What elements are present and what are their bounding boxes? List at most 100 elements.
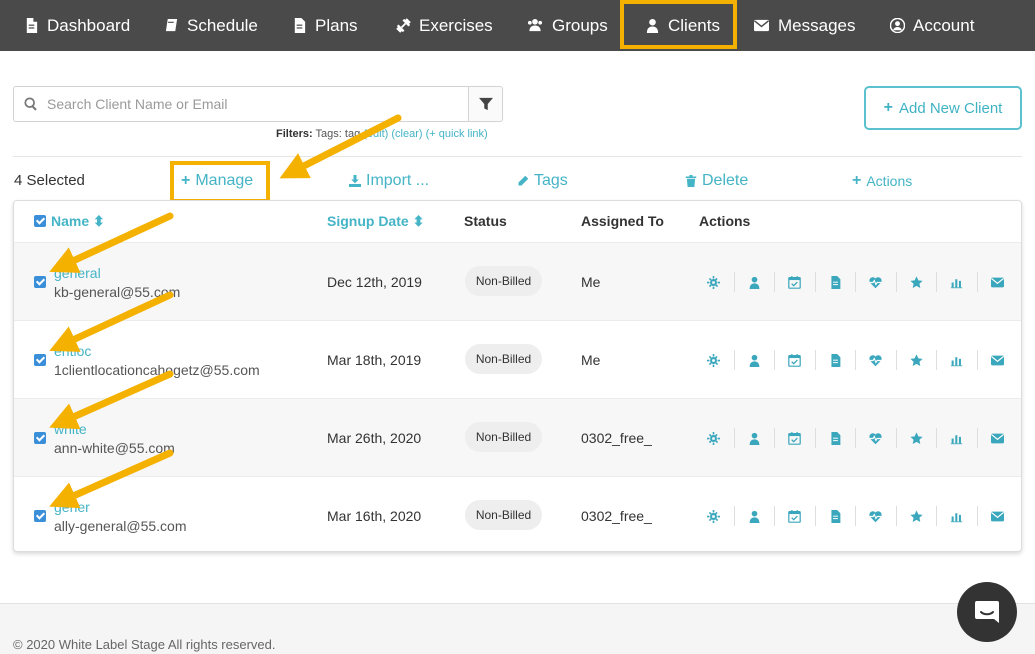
row-action-calendar-check[interactable] [775,350,816,370]
table-row: gener ally-general@55.com Mar 16th, 2020… [14,476,1021,551]
add-new-client-button[interactable]: + Add New Client [864,86,1022,130]
nav-account[interactable]: Account [890,0,974,51]
row-action-user[interactable] [735,272,775,292]
filter-button[interactable] [468,86,503,122]
star-icon [910,275,923,288]
filters-quick-link[interactable]: (+ quick link) [426,128,488,140]
page-footer: © 2020 White Label Stage All rights rese… [0,603,1035,654]
heartbeat-icon [869,354,882,366]
row-checkbox[interactable] [34,276,46,288]
status-header: Status [464,213,507,229]
row-action-heartbeat[interactable] [856,428,897,448]
row-action-envelope[interactable] [978,428,1019,448]
row-action-calendar-check[interactable] [775,272,816,292]
client-name-link[interactable]: gener [54,499,90,515]
row-actions [694,350,1018,370]
row-action-envelope[interactable] [978,506,1019,526]
sort-name-header[interactable]: Name ⬍ [51,213,105,230]
client-name-link[interactable]: white [54,421,87,437]
row-action-heartbeat[interactable] [856,350,897,370]
nav-groups[interactable]: Groups [526,0,608,51]
row-action-heartbeat[interactable] [856,506,897,526]
chat-launcher-button[interactable] [957,582,1017,642]
book-icon [165,18,178,32]
row-action-bar-chart[interactable] [937,428,978,448]
import-button[interactable]: Import ... [349,172,429,190]
user-icon [749,510,760,523]
row-checkbox[interactable] [34,432,46,444]
row-action-envelope[interactable] [978,272,1019,292]
calendar-check-icon [788,353,802,367]
nav-schedule[interactable]: Schedule [164,0,258,51]
nav-messages[interactable]: Messages [753,0,855,51]
nav-plans[interactable]: Plans [292,0,358,51]
select-all-checkbox[interactable] [34,215,46,227]
client-name-link[interactable]: general [54,265,101,281]
document-icon [831,509,841,523]
row-action-user[interactable] [735,350,775,370]
nav-exercises[interactable]: Exercises [396,0,493,51]
row-action-calendar-check[interactable] [775,506,816,526]
plus-icon: + [852,172,862,189]
row-action-gear[interactable] [694,350,735,370]
table-row: entloc 1clientlocationcahogetz@55.com Ma… [14,320,1021,398]
row-action-heartbeat[interactable] [856,272,897,292]
row-action-star[interactable] [897,428,937,448]
copyright-text: © 2020 White Label Stage All rights rese… [13,637,276,652]
selected-count: 4 Selected [14,172,85,189]
filters-clear-link[interactable]: (clear) [391,128,422,140]
document-icon [294,18,306,33]
delete-button[interactable]: Delete [685,172,748,190]
row-action-gear[interactable] [694,272,735,292]
filters-text: Tags: t [315,128,348,140]
row-checkbox[interactable] [34,510,46,522]
filters-label: Filters: [276,128,313,140]
client-name-link[interactable]: entloc [54,343,91,359]
envelope-icon [991,433,1005,443]
row-action-user[interactable] [735,506,775,526]
row-action-document[interactable] [816,428,856,448]
bar-chart-icon [951,278,963,288]
search-input[interactable] [45,95,445,113]
gear-icon [707,431,721,445]
gear-icon [707,509,721,523]
row-action-gear[interactable] [694,428,735,448]
download-icon [349,175,361,187]
gear-icon [707,275,721,289]
envelope-icon [754,19,769,32]
row-action-star[interactable] [897,350,937,370]
funnel-icon [478,97,493,111]
row-actions [694,428,1018,448]
heartbeat-icon [869,276,882,288]
row-action-calendar-check[interactable] [775,428,816,448]
file-icon [26,18,38,33]
tags-button[interactable]: Tags [517,172,568,190]
divider [13,156,1022,157]
row-action-envelope[interactable] [978,350,1019,370]
row-action-bar-chart[interactable] [937,272,978,292]
row-action-gear[interactable] [694,506,735,526]
nav-label: Plans [315,15,358,35]
envelope-icon [991,277,1005,287]
row-action-document[interactable] [816,506,856,526]
row-action-document[interactable] [816,272,856,292]
star-icon [910,509,923,522]
row-action-star[interactable] [897,506,937,526]
actions-button[interactable]: + Actions [852,172,912,190]
filters-edit-link[interactable]: (edit) [363,128,388,140]
row-action-star[interactable] [897,272,937,292]
trash-icon [685,175,697,187]
row-action-bar-chart[interactable] [937,506,978,526]
sort-icon: ⬍ [93,213,105,229]
row-action-document[interactable] [816,350,856,370]
nav-dashboard[interactable]: Dashboard [24,0,130,51]
row-action-bar-chart[interactable] [937,350,978,370]
calendar-check-icon [788,431,802,445]
row-action-user[interactable] [735,428,775,448]
document-icon [831,275,841,289]
sort-signup-header[interactable]: Signup Date ⬍ [327,213,424,230]
users-icon [527,18,543,32]
row-checkbox[interactable] [34,354,46,366]
nav-label: Schedule [187,15,258,35]
envelope-icon [991,355,1005,365]
